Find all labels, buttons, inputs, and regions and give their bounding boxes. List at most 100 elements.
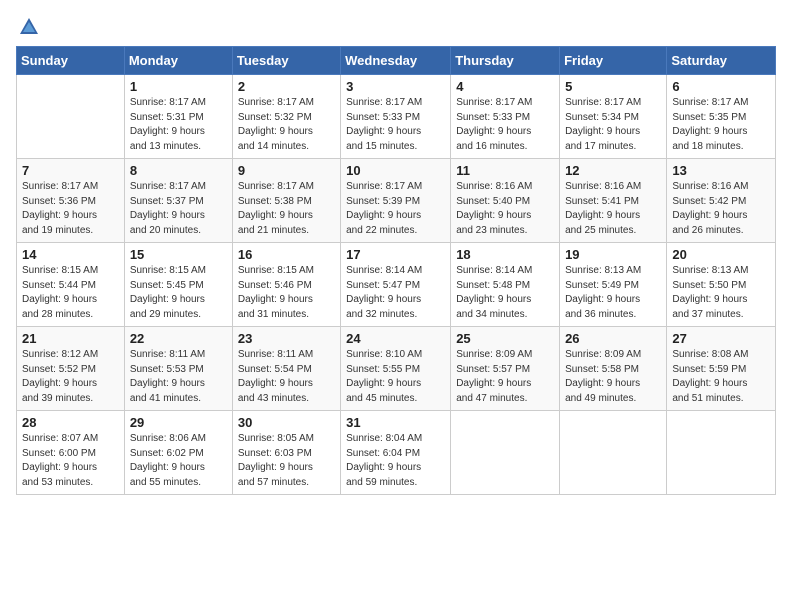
day-cell: 25Sunrise: 8:09 AM Sunset: 5:57 PM Dayli…: [451, 327, 560, 411]
day-cell: 19Sunrise: 8:13 AM Sunset: 5:49 PM Dayli…: [560, 243, 667, 327]
day-detail: Sunrise: 8:16 AM Sunset: 5:42 PM Dayligh…: [672, 180, 770, 238]
day-detail: Sunrise: 8:05 AM Sunset: 6:03 PM Dayligh…: [238, 432, 335, 490]
day-detail: Sunrise: 8:13 AM Sunset: 5:49 PM Dayligh…: [565, 264, 661, 322]
day-number: 31: [346, 415, 445, 430]
weekday-header-friday: Friday: [560, 47, 667, 75]
day-cell: 9Sunrise: 8:17 AM Sunset: 5:38 PM Daylig…: [232, 159, 340, 243]
day-number: 21: [22, 331, 119, 346]
day-cell: 13Sunrise: 8:16 AM Sunset: 5:42 PM Dayli…: [667, 159, 776, 243]
day-cell: 8 Sunrise: 8:17 AM Sunset: 5:37 PM Daylig…: [124, 159, 232, 243]
day-detail: Sunrise: 8:17 AM Sunset: 5:35 PM Dayligh…: [672, 96, 770, 154]
day-cell: 27 Sunrise: 8:08 AM Sunset: 5:59 PM Dayli…: [667, 327, 776, 411]
weekday-header-tuesday: Tuesday: [232, 47, 340, 75]
day-cell: 3 Sunrise: 8:17 AM Sunset: 5:33 PM Daylig…: [341, 75, 451, 159]
day-detail: Sunrise: 8:17 AM Sunset: 5:33 PM Dayligh…: [346, 96, 445, 154]
day-number: 10: [346, 163, 445, 178]
day-cell: 12Sunrise: 8:16 AM Sunset: 5:41 PM Dayli…: [560, 159, 667, 243]
day-detail: Sunrise: 8:17 AM Sunset: 5:34 PM Dayligh…: [565, 96, 661, 154]
day-cell: 1Sunrise: 8:17 AM Sunset: 5:31 PM Daylig…: [124, 75, 232, 159]
day-detail: Sunrise: 8:14 AM Sunset: 5:47 PM Dayligh…: [346, 264, 445, 322]
logo-icon: [18, 16, 40, 38]
day-number: 15: [130, 247, 227, 262]
week-row-4: 21 Sunrise: 8:12 AM Sunset: 5:52 PM Dayli…: [17, 327, 776, 411]
day-number: 16: [238, 247, 335, 262]
day-detail: Sunrise: 8:17 AM Sunset: 5:31 PM Dayligh…: [130, 96, 227, 154]
day-number: 5: [565, 79, 661, 94]
day-number: 25: [456, 331, 554, 346]
day-cell: 14 Sunrise: 8:15 AM Sunset: 5:44 PM Dayli…: [17, 243, 125, 327]
day-cell: 24 Sunrise: 8:10 AM Sunset: 5:55 PM Dayli…: [341, 327, 451, 411]
day-number: 29: [130, 415, 227, 430]
day-cell: 11 Sunrise: 8:16 AM Sunset: 5:40 PM Dayli…: [451, 159, 560, 243]
weekday-header-monday: Monday: [124, 47, 232, 75]
day-number: 24: [346, 331, 445, 346]
day-detail: Sunrise: 8:16 AM Sunset: 5:40 PM Dayligh…: [456, 180, 554, 238]
day-detail: Sunrise: 8:15 AM Sunset: 5:44 PM Dayligh…: [22, 264, 119, 322]
day-number: 14: [22, 247, 119, 262]
day-cell: 18 Sunrise: 8:14 AM Sunset: 5:48 PM Dayli…: [451, 243, 560, 327]
day-number: 26: [565, 331, 661, 346]
day-number: 23: [238, 331, 335, 346]
day-number: 6: [672, 79, 770, 94]
day-detail: Sunrise: 8:09 AM Sunset: 5:58 PM Dayligh…: [565, 348, 661, 406]
day-number: 18: [456, 247, 554, 262]
day-cell: 26 Sunrise: 8:09 AM Sunset: 5:58 PM Dayli…: [560, 327, 667, 411]
day-cell: 21 Sunrise: 8:12 AM Sunset: 5:52 PM Dayli…: [17, 327, 125, 411]
day-cell: 23 Sunrise: 8:11 AM Sunset: 5:54 PM Dayli…: [232, 327, 340, 411]
day-number: 3: [346, 79, 445, 94]
weekday-header-saturday: Saturday: [667, 47, 776, 75]
day-cell: 5 Sunrise: 8:17 AM Sunset: 5:34 PM Daylig…: [560, 75, 667, 159]
week-row-3: 14 Sunrise: 8:15 AM Sunset: 5:44 PM Dayli…: [17, 243, 776, 327]
day-detail: Sunrise: 8:14 AM Sunset: 5:48 PM Dayligh…: [456, 264, 554, 322]
day-detail: Sunrise: 8:06 AM Sunset: 6:02 PM Dayligh…: [130, 432, 227, 490]
calendar-table: SundayMondayTuesdayWednesdayThursdayFrid…: [16, 46, 776, 495]
day-number: 20: [672, 247, 770, 262]
day-cell: 15 Sunrise: 8:15 AM Sunset: 5:45 PM Dayli…: [124, 243, 232, 327]
day-detail: Sunrise: 8:10 AM Sunset: 5:55 PM Dayligh…: [346, 348, 445, 406]
day-cell: 4Sunrise: 8:17 AM Sunset: 5:33 PM Daylig…: [451, 75, 560, 159]
week-row-1: 1Sunrise: 8:17 AM Sunset: 5:31 PM Daylig…: [17, 75, 776, 159]
day-detail: Sunrise: 8:07 AM Sunset: 6:00 PM Dayligh…: [22, 432, 119, 490]
day-number: 7: [22, 163, 119, 178]
day-cell: 28 Sunrise: 8:07 AM Sunset: 6:00 PM Dayli…: [17, 411, 125, 495]
day-number: 22: [130, 331, 227, 346]
logo: [16, 16, 40, 38]
page-header: [16, 16, 776, 38]
day-detail: Sunrise: 8:17 AM Sunset: 5:37 PM Dayligh…: [130, 180, 227, 238]
day-number: 30: [238, 415, 335, 430]
day-number: 17: [346, 247, 445, 262]
day-cell: 22 Sunrise: 8:11 AM Sunset: 5:53 PM Dayli…: [124, 327, 232, 411]
day-cell: 10 Sunrise: 8:17 AM Sunset: 5:39 PM Dayli…: [341, 159, 451, 243]
day-cell: [451, 411, 560, 495]
week-row-2: 7Sunrise: 8:17 AM Sunset: 5:36 PM Daylig…: [17, 159, 776, 243]
day-detail: Sunrise: 8:17 AM Sunset: 5:32 PM Dayligh…: [238, 96, 335, 154]
day-detail: Sunrise: 8:11 AM Sunset: 5:54 PM Dayligh…: [238, 348, 335, 406]
day-detail: Sunrise: 8:16 AM Sunset: 5:41 PM Dayligh…: [565, 180, 661, 238]
day-detail: Sunrise: 8:13 AM Sunset: 5:50 PM Dayligh…: [672, 264, 770, 322]
day-cell: 16Sunrise: 8:15 AM Sunset: 5:46 PM Dayli…: [232, 243, 340, 327]
day-detail: Sunrise: 8:17 AM Sunset: 5:39 PM Dayligh…: [346, 180, 445, 238]
day-detail: Sunrise: 8:11 AM Sunset: 5:53 PM Dayligh…: [130, 348, 227, 406]
day-cell: 30 Sunrise: 8:05 AM Sunset: 6:03 PM Dayli…: [232, 411, 340, 495]
day-cell: 6 Sunrise: 8:17 AM Sunset: 5:35 PM Daylig…: [667, 75, 776, 159]
day-number: 8: [130, 163, 227, 178]
day-detail: Sunrise: 8:12 AM Sunset: 5:52 PM Dayligh…: [22, 348, 119, 406]
day-number: 27: [672, 331, 770, 346]
day-detail: Sunrise: 8:17 AM Sunset: 5:38 PM Dayligh…: [238, 180, 335, 238]
day-cell: 31Sunrise: 8:04 AM Sunset: 6:04 PM Dayli…: [341, 411, 451, 495]
day-cell: [560, 411, 667, 495]
day-number: 28: [22, 415, 119, 430]
weekday-header-sunday: Sunday: [17, 47, 125, 75]
day-number: 11: [456, 163, 554, 178]
day-number: 4: [456, 79, 554, 94]
weekday-header-wednesday: Wednesday: [341, 47, 451, 75]
day-cell: 20 Sunrise: 8:13 AM Sunset: 5:50 PM Dayli…: [667, 243, 776, 327]
day-detail: Sunrise: 8:15 AM Sunset: 5:45 PM Dayligh…: [130, 264, 227, 322]
day-cell: [17, 75, 125, 159]
day-number: 2: [238, 79, 335, 94]
day-cell: 2 Sunrise: 8:17 AM Sunset: 5:32 PM Daylig…: [232, 75, 340, 159]
week-row-5: 28 Sunrise: 8:07 AM Sunset: 6:00 PM Dayli…: [17, 411, 776, 495]
day-detail: Sunrise: 8:08 AM Sunset: 5:59 PM Dayligh…: [672, 348, 770, 406]
day-cell: 7Sunrise: 8:17 AM Sunset: 5:36 PM Daylig…: [17, 159, 125, 243]
weekday-header-row: SundayMondayTuesdayWednesdayThursdayFrid…: [17, 47, 776, 75]
